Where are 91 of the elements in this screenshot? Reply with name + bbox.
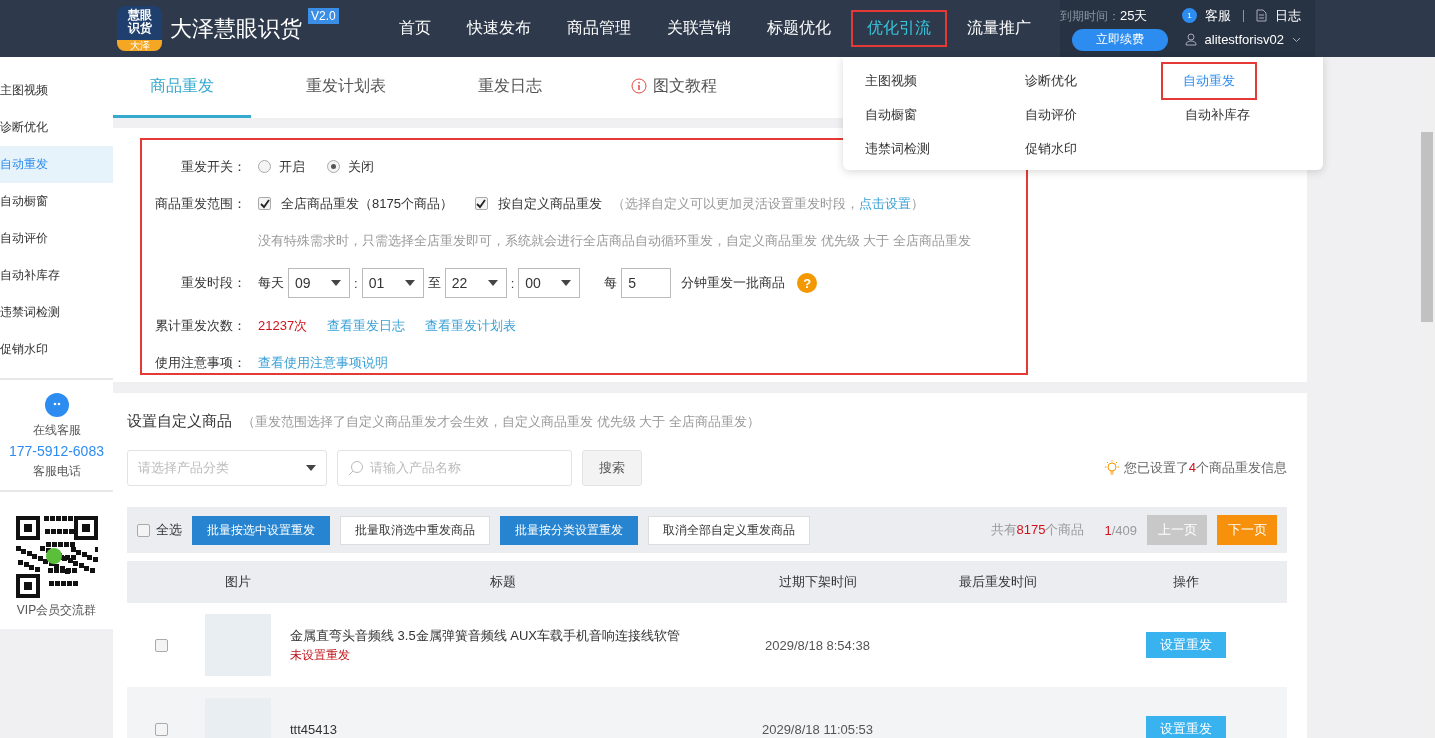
sidebar-item[interactable]: 自动评价 xyxy=(0,220,113,257)
user-icon xyxy=(1184,33,1197,46)
select-all-label: 全选 xyxy=(156,521,182,539)
nav-item[interactable]: 首页 xyxy=(382,10,447,47)
product-title: ttt45413 xyxy=(290,721,338,737)
table-cell: 2029/8/18 8:54:38 xyxy=(765,637,870,653)
qr-label: VIP会员交流群 xyxy=(16,602,97,619)
sidebar-item[interactable]: 促销水印 xyxy=(0,331,113,368)
nav-item[interactable]: 关联营销 xyxy=(650,10,747,47)
toolbar-button[interactable]: 批量按分类设置重发 xyxy=(500,515,638,545)
nav-item[interactable]: 商品管理 xyxy=(550,10,647,47)
time-separator: : xyxy=(354,275,358,291)
column-header: 标题 xyxy=(488,573,517,591)
online-service-label: 在线客服 xyxy=(32,422,81,439)
hint-text: 没有特殊需求时，只需选择全店重发即可，系统就会进行全店商品自动循环重发，自定义商品重发 优先级 大于 全店商品重发 xyxy=(258,231,971,250)
field-label: 使用注意事项： xyxy=(154,353,246,372)
checkbox[interactable] xyxy=(137,523,150,537)
time-separator: : xyxy=(510,275,515,291)
tab[interactable]: 重发日志 xyxy=(441,57,579,118)
info-text: 您已设置了4个商品重发信息 xyxy=(1123,458,1287,477)
search-button[interactable]: 搜索 xyxy=(582,449,642,486)
chat-bubble-icon xyxy=(43,392,70,418)
table-cell: 2029/8/18 11:05:53 xyxy=(761,721,874,737)
column-header: 过期下架时间 xyxy=(777,573,858,591)
phone-label: 客服电话 xyxy=(32,463,81,480)
nav-item[interactable]: 快速发布 xyxy=(450,10,547,47)
total-count: 共有8175个商品 xyxy=(990,521,1085,539)
checkbox[interactable] xyxy=(154,638,168,652)
checkbox[interactable] xyxy=(258,197,271,210)
sidebar-item[interactable]: 自动补库存 xyxy=(0,257,113,294)
field-label: 商品重发范围： xyxy=(154,194,246,213)
section-title: 设置自定义商品 xyxy=(127,412,232,431)
checkbox[interactable] xyxy=(154,722,168,736)
minute-select[interactable]: 00 xyxy=(518,268,581,298)
field-label: 重发开关： xyxy=(180,157,246,176)
product-title: 金属直弯头音频线 3.5金属弹簧音频线 AUX车载手机音响连接线软管 xyxy=(290,626,682,645)
expiry-label: 到期时间：25天 xyxy=(1060,6,1148,25)
interval-field[interactable]: 5 xyxy=(621,268,672,298)
field-label: 累计重发次数： xyxy=(154,316,246,335)
checkbox-label: 全店商品重发（8175个商品） xyxy=(281,194,453,213)
sidebar-item[interactable]: 诊断优化 xyxy=(0,109,113,146)
caret-icon xyxy=(404,280,415,286)
version-badge: V2.0 xyxy=(308,8,339,24)
checkbox-label: 按自定义商品重发 xyxy=(497,194,602,213)
tab[interactable]: 重发计划表 xyxy=(277,57,415,118)
tab[interactable]: 图文教程 xyxy=(605,57,743,118)
every-label: 每 xyxy=(604,274,618,292)
daily-label: 每天 xyxy=(258,274,284,292)
caret-icon xyxy=(331,280,341,286)
hour-select[interactable]: 09 xyxy=(288,268,350,298)
sidebar-item[interactable]: 自动橱窗 xyxy=(0,183,113,220)
document-icon xyxy=(1256,9,1267,22)
caret-icon xyxy=(561,280,572,286)
field-label: 重发时段： xyxy=(180,274,246,292)
nav-item[interactable]: 流量推广 xyxy=(950,10,1047,47)
scope-note: （选择自定义可以更加灵活设置重发时段，点击设置） xyxy=(611,194,924,213)
service-badge: 1 xyxy=(1182,8,1197,23)
column-header: 图片 xyxy=(223,573,252,591)
interval-suffix: 分钟重发一批商品 xyxy=(681,274,786,292)
sidebar-item[interactable]: 主图视频 xyxy=(0,72,113,109)
resend-count: 21237次 xyxy=(258,316,308,335)
to-label: 至 xyxy=(427,274,441,292)
toolbar-button[interactable]: 批量取消选中重发商品 xyxy=(340,515,490,545)
nav-item[interactable]: 优化引流 xyxy=(850,10,947,47)
status-text: 未设置重发 xyxy=(290,646,351,664)
nav-item[interactable]: 标题优化 xyxy=(750,10,847,47)
page-indicator: 1/409 xyxy=(1104,522,1137,538)
info-icon xyxy=(631,78,647,94)
section-note: （重发范围选择了自定义商品重发才会生效，自定义商品重发 优先级 大于 全店商品重发） xyxy=(242,413,760,431)
menu-item[interactable]: 自动重发 xyxy=(1161,62,1257,100)
username[interactable]: alitestforisv02 xyxy=(1204,32,1284,47)
app-logo: 慧眼 识货 大泽 xyxy=(117,6,162,51)
checkbox[interactable] xyxy=(474,197,488,210)
brand-name: 大泽慧眼识货 xyxy=(170,14,302,43)
service-link[interactable]: 客服 xyxy=(1205,6,1231,25)
radio-option[interactable]: 开启 xyxy=(258,157,305,176)
column-header: 最后重发时间 xyxy=(957,573,1038,591)
chevron-icon xyxy=(1292,36,1301,43)
minute-select[interactable]: 01 xyxy=(361,268,424,298)
hour-select[interactable]: 22 xyxy=(444,268,507,298)
caret-icon xyxy=(487,280,498,286)
caret-icon xyxy=(306,464,316,471)
log-link[interactable]: 日志 xyxy=(1275,6,1301,25)
toolbar-button[interactable]: 批量按选中设置重发 xyxy=(192,515,330,545)
lightbulb-icon xyxy=(1103,459,1120,476)
toolbar-button[interactable]: 取消全部自定义重发商品 xyxy=(648,515,810,545)
search-icon xyxy=(348,459,364,476)
sidebar-item[interactable]: 违禁词检测 xyxy=(0,294,113,331)
column-header: 操作 xyxy=(1172,573,1200,591)
phone-number: 177-5912-6083 xyxy=(9,443,104,459)
radio-option[interactable]: 关闭 xyxy=(327,157,374,176)
